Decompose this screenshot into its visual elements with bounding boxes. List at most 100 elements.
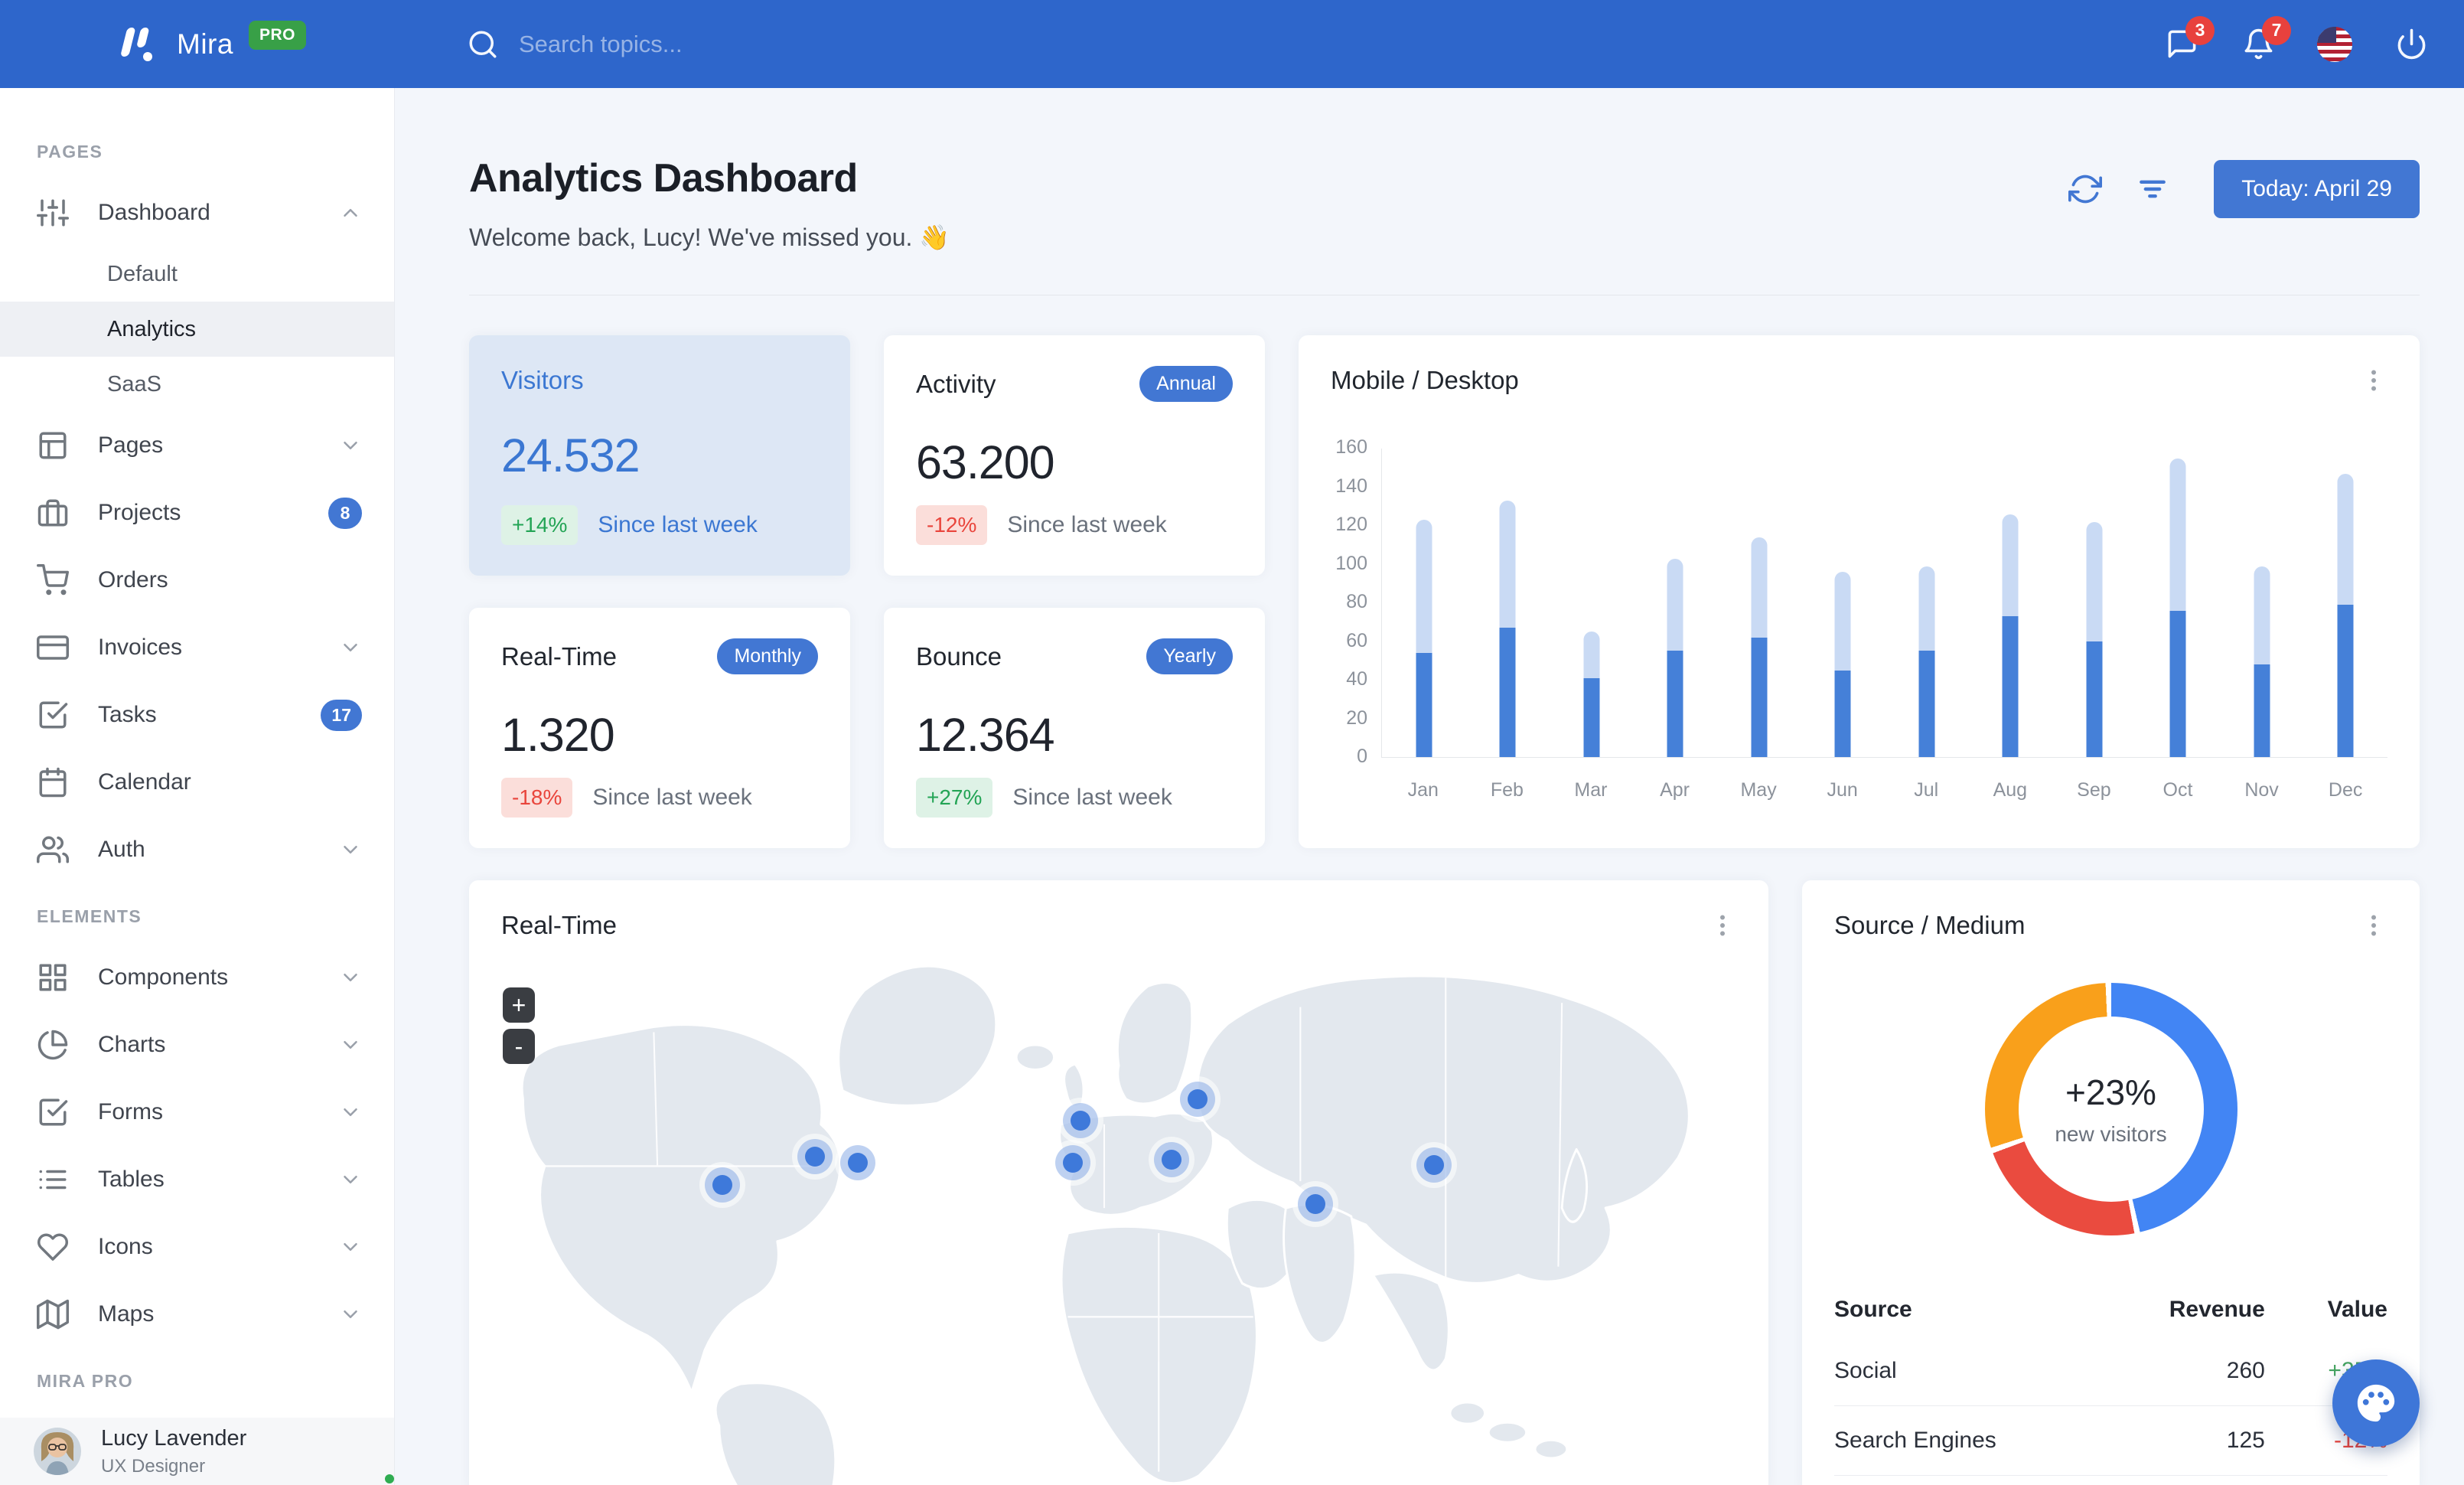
world-map[interactable]: + - bbox=[501, 957, 1736, 1485]
sidebar-item-pages[interactable]: Pages bbox=[0, 412, 394, 479]
calendar-icon bbox=[37, 766, 69, 798]
sidebar-item-tasks[interactable]: Tasks 17 bbox=[0, 681, 394, 749]
search-icon bbox=[469, 31, 497, 57]
world-map-graphic bbox=[520, 964, 1690, 1485]
source-medium-card: Source / Medium +23% new visitors Source… bbox=[1802, 880, 2420, 1485]
map-marker-7[interactable] bbox=[1162, 1149, 1182, 1170]
stat-title: Activity bbox=[916, 369, 996, 398]
notifications-button[interactable]: 7 bbox=[2241, 15, 2291, 62]
stat-title: Bounce bbox=[916, 641, 1002, 671]
refresh-icon bbox=[2068, 175, 2103, 204]
sidebar-subitem-analytics[interactable]: Analytics bbox=[0, 302, 394, 357]
refresh-button[interactable] bbox=[2068, 172, 2103, 206]
chart-x-axis: Jan Feb Mar Apr May Jun Jul Aug Sep Oct Nov Dec bbox=[1331, 779, 2387, 801]
period-badge: Yearly bbox=[1146, 638, 1233, 674]
page-title: Analytics Dashboard bbox=[469, 156, 858, 201]
bar-desktop-segment bbox=[1499, 501, 1516, 628]
stat-value: 24.532 bbox=[501, 429, 640, 481]
list-icon bbox=[37, 1164, 69, 1196]
user-avatar-image bbox=[34, 1428, 81, 1475]
stat-value: 12.364 bbox=[916, 709, 1055, 761]
language-button[interactable] bbox=[2317, 26, 2352, 62]
cell-source: Social bbox=[1834, 1358, 1897, 1383]
stat-card-activity: Activity Annual 63.200 -12% Since last w… bbox=[884, 335, 1265, 576]
month-label: Nov bbox=[2244, 779, 2279, 801]
sidebar-item-projects[interactable]: Projects 8 bbox=[0, 479, 394, 547]
sidebar-item-icons[interactable]: Icons bbox=[0, 1213, 394, 1281]
filter-button[interactable] bbox=[2136, 172, 2169, 206]
analytics-dashboard-page: Mira PRO 3 7 PAGESDashboardDefaul bbox=[0, 0, 2464, 1485]
bar-chart: 0 20 40 60 80 100 120 140 160 bbox=[1331, 436, 2387, 767]
donut-center-value: +23% bbox=[2065, 1072, 2156, 1112]
sign-out-button[interactable] bbox=[2394, 27, 2429, 62]
y-tick-label: 20 bbox=[1346, 707, 1367, 729]
change-chip: +27% bbox=[916, 778, 993, 818]
pro-badge: PRO bbox=[248, 20, 306, 50]
month-label: Feb bbox=[1490, 779, 1524, 801]
map-marker-4[interactable] bbox=[1070, 1110, 1090, 1131]
sidebar-item-forms[interactable]: Forms bbox=[0, 1079, 394, 1146]
cell-source: Direct bbox=[1834, 1475, 2095, 1485]
sidebar-item-dashboard[interactable]: Dashboard bbox=[0, 179, 394, 246]
sidebar-item-orders[interactable]: Orders bbox=[0, 547, 394, 614]
sidebar-user-footer[interactable]: Lucy Lavender UX Designer bbox=[0, 1418, 394, 1485]
check-square-icon bbox=[37, 699, 69, 731]
y-tick-label: 160 bbox=[1335, 436, 1367, 458]
chevron-down-icon bbox=[339, 1303, 362, 1326]
notifications-count-badge: 7 bbox=[2262, 15, 2291, 45]
sidebar-item-charts[interactable]: Charts bbox=[0, 1011, 394, 1079]
sidebar-item-components[interactable]: Components bbox=[0, 944, 394, 1011]
bar-mobile-segment bbox=[1416, 653, 1432, 757]
sidebar-item-calendar[interactable]: Calendar bbox=[0, 749, 394, 816]
map-zoom-in-button[interactable]: + bbox=[503, 987, 535, 1023]
bar-desktop-segment bbox=[1918, 566, 1935, 651]
bar-column-apr bbox=[1634, 449, 1718, 757]
table-row-social: Social260+35% bbox=[1834, 1336, 2387, 1406]
users-icon bbox=[37, 834, 69, 866]
heart-icon bbox=[37, 1231, 69, 1263]
search-bar[interactable] bbox=[467, 28, 917, 60]
bar-mobile-segment bbox=[2254, 664, 2270, 757]
month-label: May bbox=[1740, 779, 1777, 801]
map-marker-9[interactable] bbox=[1423, 1154, 1444, 1175]
sliders-icon bbox=[37, 197, 69, 229]
map-marker-2[interactable] bbox=[804, 1147, 825, 1167]
sidebar-subitem-saas[interactable]: SaaS bbox=[0, 357, 394, 412]
bar-mobile-segment bbox=[2337, 605, 2354, 757]
theme-settings-fab[interactable] bbox=[2332, 1359, 2420, 1447]
sidebar-item-invoices[interactable]: Invoices bbox=[0, 614, 394, 681]
sidebar-item-maps[interactable]: Maps bbox=[0, 1281, 394, 1348]
sidebar-item-tables[interactable]: Tables bbox=[0, 1146, 394, 1213]
bar-mobile-segment bbox=[1583, 677, 1600, 757]
map-marker-6[interactable] bbox=[1063, 1152, 1084, 1173]
power-icon bbox=[2397, 28, 2425, 60]
stat-period: Since last week bbox=[598, 512, 758, 537]
sidebar-item-label: Charts bbox=[98, 1032, 166, 1057]
page-header: Analytics Dashboard Welcome back, Lucy! … bbox=[469, 155, 2420, 252]
bar-column-feb bbox=[1466, 449, 1550, 757]
month-label: Oct bbox=[2163, 779, 2193, 801]
sidebar-subitem-default[interactable]: Default bbox=[0, 246, 394, 302]
bar-column-sep bbox=[2052, 449, 2136, 757]
bar-desktop-segment bbox=[2002, 514, 2019, 617]
chart-title: Mobile / Desktop bbox=[1331, 366, 1519, 394]
bottom-grid: Real-Time + - Source / Medium +23% new v… bbox=[469, 880, 2420, 1485]
map-marker-5[interactable] bbox=[1188, 1089, 1208, 1110]
user-name: Lucy Lavender bbox=[101, 1425, 247, 1451]
search-input[interactable] bbox=[518, 30, 917, 58]
map-marker-1[interactable] bbox=[712, 1174, 732, 1195]
map-zoom-out-button[interactable]: - bbox=[503, 1029, 535, 1064]
card-menu-button[interactable] bbox=[1709, 912, 1736, 939]
column-revenue: Revenue bbox=[2169, 1297, 2265, 1322]
brand[interactable]: Mira PRO bbox=[0, 20, 306, 63]
mobile-desktop-chart-card: Mobile / Desktop 0 20 40 60 80 100 120 140 160 J… bbox=[1299, 335, 2420, 848]
messages-button[interactable]: 3 bbox=[2164, 15, 2215, 62]
card-menu-button[interactable] bbox=[2360, 367, 2387, 394]
map-marker-8[interactable] bbox=[1305, 1193, 1325, 1214]
sidebar-item-auth[interactable]: Auth bbox=[0, 816, 394, 883]
brand-name: Mira bbox=[177, 28, 233, 60]
change-chip: +14% bbox=[501, 505, 579, 545]
date-range-button[interactable]: Today: April 29 bbox=[2214, 160, 2420, 218]
map-marker-3[interactable] bbox=[848, 1152, 869, 1173]
card-menu-button[interactable] bbox=[2360, 912, 2387, 939]
